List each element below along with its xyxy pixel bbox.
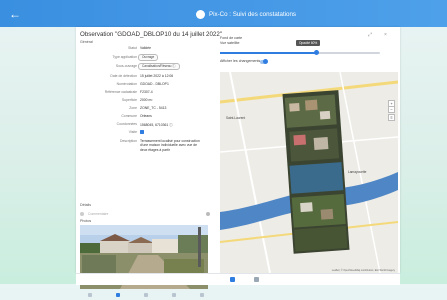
- opacity-label: Vue satellite: [220, 41, 240, 45]
- comment-row: Commentaire: [80, 212, 210, 217]
- field-row-date: Date de détection 15 juillet 2022 à 12:0…: [76, 74, 216, 81]
- field-row-subtype: Sous-ouvrage Canalisation/Réseau ⓘ: [76, 63, 216, 71]
- photo-nav: [76, 290, 216, 300]
- fullscreen-icon[interactable]: ⤢: [368, 32, 372, 38]
- list-view-icon[interactable]: [230, 277, 235, 282]
- avatar: [80, 212, 84, 216]
- map-view[interactable]: Lamayouette Saint-Laurent + − ≡ Leaflet …: [220, 72, 398, 273]
- field-row-statut: Statut Validée: [76, 46, 216, 53]
- field-label: Référence cadastrale: [104, 90, 137, 94]
- map-view-icon[interactable]: [254, 277, 259, 282]
- field-label: Numérotation: [116, 82, 137, 86]
- field-row-coordonnees: Coordonnées 1568045, 6710361 ⓘ: [76, 122, 216, 129]
- field-label: Description: [120, 139, 137, 143]
- field-label: Type application: [112, 55, 137, 59]
- field-label: Visite: [128, 130, 137, 134]
- field-value: 2000 m²: [140, 98, 153, 102]
- map-panel: ⤢ × Fond de carte Vue satellite Opacité …: [218, 27, 400, 273]
- field-row-numerotation: Numérotation GDOAD - DBLOP1: [76, 82, 216, 89]
- history-tab-icon[interactable]: [172, 293, 176, 297]
- layers-button[interactable]: ≡: [388, 114, 395, 121]
- changes-toggle[interactable]: [260, 59, 268, 64]
- field-value: 15 juillet 2022 à 12:06: [140, 74, 174, 78]
- section-photos: Photos: [80, 219, 92, 223]
- app-title-group: Pix-Co : Suivi des constatations: [196, 7, 296, 21]
- map-attribution: Leaflet | © OpenStreetMap contributors, …: [331, 269, 395, 272]
- field-value: F2307-4: [140, 90, 153, 94]
- field-label: Superficie: [121, 98, 137, 102]
- send-icon[interactable]: [206, 212, 210, 216]
- next-photo-icon[interactable]: [200, 293, 204, 297]
- close-icon[interactable]: ×: [384, 32, 387, 38]
- field-label: Commune: [121, 114, 137, 118]
- field-label: Zone: [129, 106, 137, 110]
- type-chip[interactable]: Ouvrage: [138, 54, 159, 61]
- info-tab-icon[interactable]: [144, 293, 148, 297]
- field-row-commune: Commune Orleans: [76, 114, 216, 121]
- field-label: Sous-ouvrage: [115, 64, 137, 68]
- field-value: Orleans: [140, 114, 152, 118]
- observation-card: Observation "GDOAD_DBLOP10 du 14 juillet…: [76, 27, 400, 297]
- field-value: 1568045, 6710361 ⓘ: [140, 123, 173, 127]
- field-row-reference: Référence cadastrale F2307-4: [76, 90, 216, 97]
- field-value: GDOAD - DBLOP1: [140, 82, 169, 86]
- field-row-description: Description Terrassement localisé pour c…: [76, 139, 216, 167]
- field-row-visite: Visite: [76, 130, 216, 137]
- field-row-superficie: Superficie 2000 m²: [76, 98, 216, 105]
- field-label: Date de détection: [110, 74, 137, 78]
- basemap-label: Fond de carte: [220, 36, 243, 40]
- observation-title: Observation "GDOAD_DBLOP10 du 14 juillet…: [80, 31, 222, 38]
- opacity-slider-fill: [220, 52, 316, 54]
- visite-checkbox[interactable]: [140, 130, 144, 134]
- app-logo-icon: [196, 9, 205, 19]
- field-value: Validée: [140, 46, 152, 50]
- app-header: ← Pix-Co : Suivi des constatations: [0, 0, 447, 27]
- description-text: Terrassement localisé pour construction …: [140, 139, 200, 152]
- field-row-zone: Zone ZONE_TC - 5413: [76, 106, 216, 113]
- subtype-chip[interactable]: Canalisation/Réseau ⓘ: [138, 63, 180, 70]
- opacity-slider[interactable]: [220, 50, 380, 55]
- map-place-label: Saint-Laurent: [226, 116, 246, 120]
- zoom-out-button[interactable]: −: [388, 106, 395, 113]
- slider-tooltip: Opacité 60%: [296, 40, 321, 46]
- prev-photo-icon[interactable]: [88, 293, 92, 297]
- app-title: Pix-Co : Suivi des constatations: [209, 10, 297, 18]
- details-panel: Observation "GDOAD_DBLOP10 du 14 juillet…: [76, 27, 222, 297]
- map-canvas: [220, 72, 398, 273]
- field-row-type: Type application Ouvrage: [76, 54, 216, 62]
- field-value: ZONE_TC - 5413: [140, 106, 167, 110]
- field-label: Statut: [128, 46, 137, 50]
- back-arrow-icon[interactable]: ←: [8, 7, 22, 21]
- bottom-toolbar: [76, 273, 400, 285]
- photo-tab-icon[interactable]: [116, 293, 120, 297]
- field-label: Coordonnées: [116, 122, 137, 126]
- section-details: Détails: [80, 203, 91, 207]
- opacity-slider-thumb[interactable]: [313, 50, 319, 55]
- map-place-label: Lamayouette: [348, 170, 367, 174]
- toggle-label: Afficher les changements: [220, 59, 261, 63]
- comment-input[interactable]: Commentaire: [88, 212, 108, 216]
- section-general: Général: [80, 40, 93, 44]
